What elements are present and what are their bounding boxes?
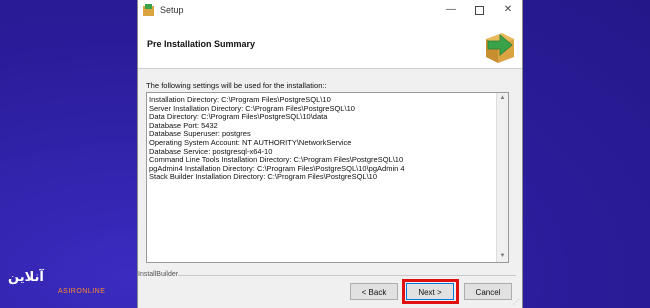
setup-window: Setup — ✕ Pre Installation Summary The f… — [137, 0, 523, 308]
install-arrow-box-icon — [486, 33, 514, 63]
vertical-scrollbar[interactable]: ▲ ▼ — [496, 93, 508, 262]
scroll-down-icon[interactable]: ▼ — [497, 251, 508, 262]
summary-lines: Installation Directory: C:\Program Files… — [149, 95, 494, 182]
back-button[interactable]: < Back — [350, 283, 398, 300]
intro-text: The following settings will be used for … — [146, 81, 327, 90]
cancel-button[interactable]: Cancel — [464, 283, 512, 300]
header-panel: Pre Installation Summary — [138, 22, 522, 69]
page-title: Pre Installation Summary — [147, 39, 256, 49]
summary-line: Stack Builder Installation Directory: C:… — [149, 172, 378, 182]
logo-text: آنلاین — [8, 270, 44, 285]
next-button-highlight — [402, 279, 459, 304]
installbuilder-label: InstallBuilder — [138, 271, 179, 278]
resize-grip-icon[interactable]: ⋰ — [513, 298, 520, 306]
summary-textbox[interactable]: Installation Directory: C:\Program Files… — [146, 92, 509, 263]
watermark-logo: آنلاین ASIRONLINE — [8, 260, 128, 300]
close-button[interactable]: ✕ — [500, 3, 516, 17]
title-bar[interactable]: Setup — ✕ — [138, 0, 522, 22]
minimize-button[interactable]: — — [443, 3, 459, 17]
logo-subtext: ASIRONLINE — [58, 288, 106, 295]
maximize-icon — [474, 6, 484, 15]
footer-divider — [178, 275, 516, 276]
scroll-up-icon[interactable]: ▲ — [497, 93, 508, 104]
window-title: Setup — [160, 5, 184, 15]
setup-app-icon — [143, 4, 154, 16]
maximize-button[interactable] — [471, 3, 487, 17]
